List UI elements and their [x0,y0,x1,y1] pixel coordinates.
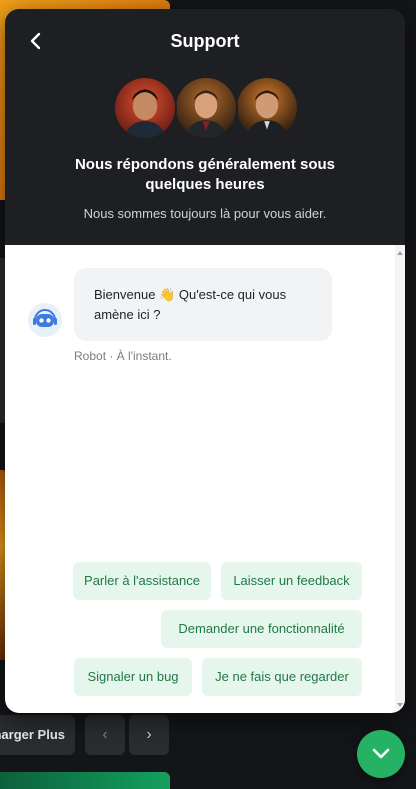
response-time-headline: Nous répondons généralement sous quelque… [74,156,336,193]
game-card[interactable] [0,772,170,789]
widget-header: Support Nous répondons généralement sous… [5,9,405,245]
scroll-up-icon[interactable] [397,251,403,255]
chevron-down-icon [372,748,390,759]
robot-icon [28,303,62,337]
chat-body[interactable]: Bienvenue 👋 Qu'est-ce qui vous amène ici… [5,245,405,713]
agent-avatars [113,76,299,140]
quick-reply-just-browsing[interactable]: Je ne fais que regarder [202,658,362,696]
quick-reply-request-feature[interactable]: Demander une fonctionnalité [161,610,362,648]
carousel-next-button[interactable]: › [129,715,169,755]
quick-reply-leave-feedback[interactable]: Laisser un feedback [221,562,362,600]
carousel-prev-button[interactable]: ‹ [85,715,125,755]
scroll-down-icon[interactable] [397,703,403,707]
message-meta: Robot · À l'instant. [74,349,172,363]
chat-launcher-button[interactable] [357,730,405,778]
support-widget: Support Nous répondons généralement sous… [5,9,405,713]
avatar [113,76,177,140]
scrollbar[interactable] [395,245,405,713]
bot-message-bubble: Bienvenue 👋 Qu'est-ce qui vous amène ici… [74,268,332,341]
load-more-button[interactable]: harger Plus [0,715,75,755]
bot-avatar [25,300,65,340]
quick-reply-talk-to-support[interactable]: Parler à l'assistance [73,562,211,600]
avatar [235,76,299,140]
header-subtitle: Nous sommes toujours là pour vous aider. [83,206,327,221]
quick-reply-report-bug[interactable]: Signaler un bug [74,658,192,696]
avatar [174,76,238,140]
widget-title: Support [170,31,240,51]
